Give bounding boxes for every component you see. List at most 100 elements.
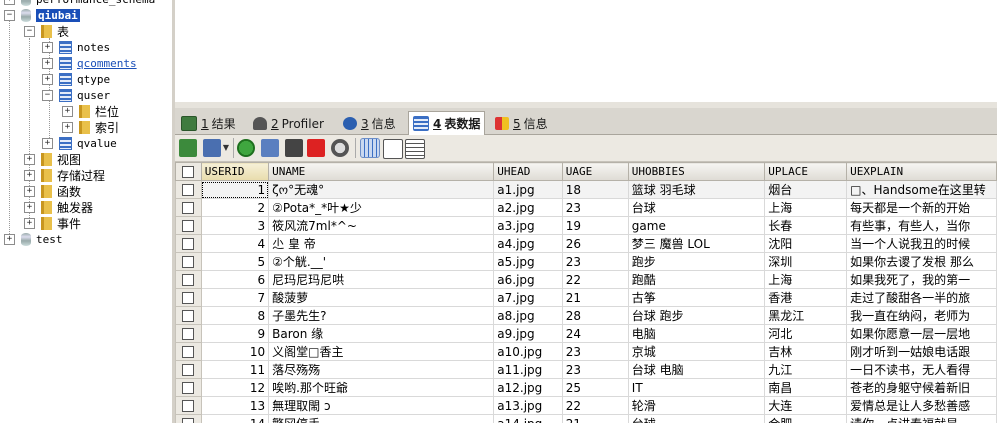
table-row[interactable]: 2 ②Pota*_*叶★少 a2.jpg 23 台球 上海 每天都是一个新的开始	[175, 198, 997, 217]
row-checkbox[interactable]	[175, 288, 202, 307]
checkbox-icon[interactable]	[182, 364, 195, 376]
cell-uexplain[interactable]: 如果你去谡了发根 那么	[846, 252, 997, 271]
cell-uage[interactable]: 22	[561, 270, 629, 289]
checkbox-icon[interactable]	[182, 166, 195, 178]
expand-icon[interactable]: +	[4, 0, 15, 5]
tree-node-table-qtype[interactable]: + qtype	[42, 71, 110, 87]
cell-userid[interactable]: 3	[200, 216, 270, 235]
cell-uexplain[interactable]: 爱情总是让人多愁善感	[846, 396, 997, 415]
cell-uplace[interactable]: 上海	[764, 198, 848, 217]
tree-node-performance-schema[interactable]: + performance_schema	[4, 0, 155, 7]
cell-uhead[interactable]: a10.jpg	[493, 342, 563, 361]
collapse-icon[interactable]: −	[42, 89, 53, 101]
cell-uname[interactable]: ζო°无魂°	[268, 180, 495, 199]
cell-uplace[interactable]: 烟台	[764, 180, 848, 199]
delete-icon[interactable]	[307, 139, 325, 157]
cell-userid[interactable]: 11	[200, 360, 270, 379]
tree-node-columns[interactable]: + 栏位	[62, 103, 119, 119]
table-row[interactable]: 10 义阁堂□香主 a10.jpg 23 京城 吉林 刚才听到一姑娘电话跟	[175, 342, 997, 361]
cell-uexplain[interactable]: 请你一点讲奏福就是	[846, 414, 997, 423]
cell-uhobbies[interactable]: 跑步	[627, 252, 766, 271]
checkbox-icon[interactable]	[182, 328, 195, 340]
cell-uhead[interactable]: a4.jpg	[493, 234, 563, 253]
cell-uplace[interactable]: 南昌	[764, 378, 848, 397]
cell-uexplain[interactable]: 如果你愿意一层一层地	[846, 324, 997, 343]
tree-node-triggers[interactable]: + 触发器	[24, 199, 93, 215]
tab-info[interactable]: 3 信息	[343, 113, 396, 134]
cell-uhead[interactable]: a1.jpg	[493, 180, 563, 199]
checkbox-icon[interactable]	[182, 382, 195, 394]
cell-uname[interactable]: 义阁堂□香主	[268, 342, 495, 361]
query-editor[interactable]	[175, 0, 997, 108]
expand-icon[interactable]: +	[42, 57, 53, 69]
cell-uexplain[interactable]: 一日不读书，无人看得	[846, 360, 997, 379]
expand-icon[interactable]: +	[24, 153, 35, 165]
row-checkbox[interactable]	[175, 234, 202, 253]
cell-uname[interactable]: 唉哟.那个旺爺	[268, 378, 495, 397]
cell-uhobbies[interactable]: 台球 跑步	[627, 306, 766, 325]
cell-uplace[interactable]: 黑龙江	[764, 306, 848, 325]
checkbox-icon[interactable]	[182, 220, 195, 232]
column-header-uage[interactable]: UAGE	[561, 162, 629, 181]
cell-uhobbies[interactable]: 京城	[627, 342, 766, 361]
cell-uplace[interactable]: 长春	[764, 216, 848, 235]
cell-uhead[interactable]: a8.jpg	[493, 306, 563, 325]
cell-uhead[interactable]: a11.jpg	[493, 360, 563, 379]
tab-table-data[interactable]: 4 表数据	[408, 111, 486, 135]
table-row[interactable]: 8 子墨先生? a8.jpg 28 台球 跑步 黑龙江 我一直在纳闷，老师为	[175, 306, 997, 325]
table-row[interactable]: 9 Baron 缘 a9.jpg 24 电脑 河北 如果你愿意一层一层地	[175, 324, 997, 343]
cell-uexplain[interactable]: 每天都是一个新的开始	[846, 198, 997, 217]
cell-uage[interactable]: 21	[561, 288, 629, 307]
tree-node-functions[interactable]: + 函数	[24, 183, 81, 199]
checkbox-icon[interactable]	[182, 292, 195, 304]
cell-uplace[interactable]: 深圳	[764, 252, 848, 271]
object-browser-tree[interactable]: + performance_schema − qiubai − 表 + note…	[0, 0, 172, 423]
cell-uage[interactable]: 23	[561, 360, 629, 379]
cell-userid[interactable]: 13	[200, 396, 270, 415]
checkbox-icon[interactable]	[182, 274, 195, 286]
row-checkbox[interactable]	[175, 342, 202, 361]
expand-icon[interactable]: +	[42, 137, 53, 149]
collapse-icon[interactable]: −	[4, 9, 15, 21]
cell-uhobbies[interactable]: 轮滑	[627, 396, 766, 415]
cell-uhead[interactable]: a2.jpg	[493, 198, 563, 217]
column-header-uexplain[interactable]: UEXPLAIN	[846, 162, 997, 181]
tree-node-table-quser[interactable]: − quser	[42, 87, 110, 103]
text-view-icon[interactable]	[405, 139, 425, 159]
checkbox-icon[interactable]	[182, 202, 195, 214]
expand-icon[interactable]: +	[42, 73, 53, 85]
cancel-icon[interactable]	[331, 139, 349, 157]
cell-uhobbies[interactable]: IT	[627, 378, 766, 397]
checkbox-icon[interactable]	[182, 346, 195, 358]
row-checkbox[interactable]	[175, 396, 202, 415]
expand-icon[interactable]: +	[24, 185, 35, 197]
cell-uname[interactable]: 無理取閙 ↄ	[268, 396, 495, 415]
row-checkbox[interactable]	[175, 414, 202, 423]
cell-uage[interactable]: 23	[561, 252, 629, 271]
cell-uhobbies[interactable]: 梦三 魔兽 LOL	[627, 234, 766, 253]
row-checkbox[interactable]	[175, 360, 202, 379]
cell-uhobbies[interactable]: 古筝	[627, 288, 766, 307]
cell-uexplain[interactable]: 当一个人说我丑的时候	[846, 234, 997, 253]
tree-node-qiubai[interactable]: − qiubai	[4, 7, 80, 23]
table-row[interactable]: 11 落尽殇殇 a11.jpg 23 台球 电脑 九江 一日不读书，无人看得	[175, 360, 997, 379]
cell-uage[interactable]: 21	[561, 414, 629, 423]
cell-uhobbies[interactable]: 台球	[627, 414, 766, 423]
cell-uname[interactable]: 落尽殇殇	[268, 360, 495, 379]
cell-uage[interactable]: 23	[561, 342, 629, 361]
table-row[interactable]: 3 筱风流7ml*^~ a3.jpg 19 game 长春 有些事，有些人，当你	[175, 216, 997, 235]
cell-uexplain[interactable]: 走过了酸甜各一半的旅	[846, 288, 997, 307]
tree-node-procedures[interactable]: + 存储过程	[24, 167, 105, 183]
cell-uhobbies[interactable]: game	[627, 216, 766, 235]
column-header-uname[interactable]: UNAME	[268, 162, 495, 181]
cell-uhead[interactable]: a6.jpg	[493, 270, 563, 289]
cell-userid[interactable]: 8	[200, 306, 270, 325]
cell-uage[interactable]: 23	[561, 198, 629, 217]
cell-uhead[interactable]: a12.jpg	[493, 378, 563, 397]
save-icon[interactable]	[285, 139, 303, 157]
column-header-uhobbies[interactable]: UHOBBIES	[627, 162, 766, 181]
cell-uname[interactable]: 筱风流7ml*^~	[268, 216, 495, 235]
row-checkbox[interactable]	[175, 324, 202, 343]
table-row[interactable]: 4尐 皇 帝 a4.jpg 26 梦三 魔兽 LOL 沈阳 当一个人说我丑的时候	[175, 234, 997, 253]
cell-userid[interactable]: 9	[200, 324, 270, 343]
